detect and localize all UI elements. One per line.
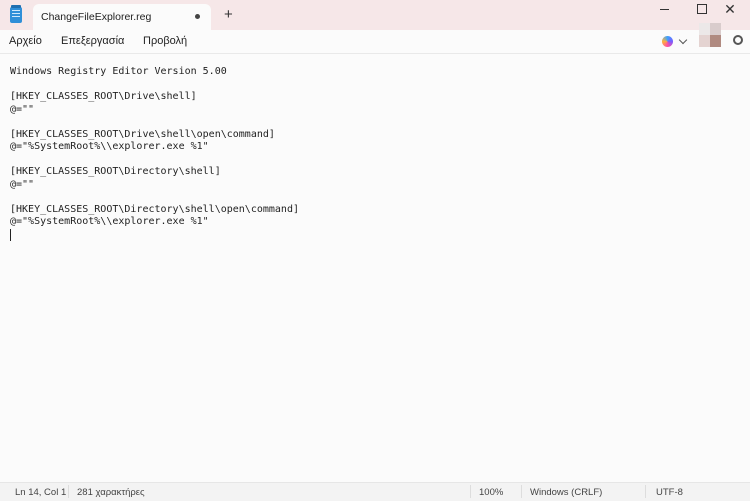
minimize-icon: [659, 8, 669, 10]
menu-bar: Αρχείο Επεξεργασία Προβολή: [0, 30, 750, 54]
close-button[interactable]: ✕: [712, 0, 748, 18]
chevron-down-icon[interactable]: [678, 35, 688, 45]
zoom-level[interactable]: 100%: [479, 487, 503, 498]
tab-title: ChangeFileExplorer.reg: [41, 11, 152, 23]
status-bar: Ln 14, Col 1 281 χαρακτήρες 100% Windows…: [0, 482, 750, 501]
new-tab-button[interactable]: +: [224, 7, 233, 22]
editor-content[interactable]: Windows Registry Editor Version 5.00 [HK…: [10, 66, 299, 229]
status-divider: [68, 485, 69, 498]
text-editor[interactable]: Windows Registry Editor Version 5.00 [HK…: [0, 54, 750, 482]
character-count: 281 χαρακτήρες: [77, 487, 145, 498]
avatar-tile: [710, 23, 721, 35]
avatar-tile: [699, 35, 710, 47]
avatar-tile: [699, 23, 710, 35]
menu-file[interactable]: Αρχείο: [9, 35, 42, 47]
notepad-icon: [10, 5, 22, 23]
tab-changefileexplorer[interactable]: ChangeFileExplorer.reg: [33, 4, 211, 30]
line-ending[interactable]: Windows (CRLF): [530, 487, 602, 498]
status-divider: [470, 485, 471, 498]
status-divider: [645, 485, 646, 498]
status-divider: [521, 485, 522, 498]
avatar-tile: [710, 35, 721, 47]
title-bar: ChangeFileExplorer.reg + ✕: [0, 0, 750, 30]
copilot-icon[interactable]: [662, 36, 673, 47]
text-cursor: [10, 229, 11, 241]
menu-edit[interactable]: Επεξεργασία: [61, 35, 124, 47]
unsaved-dot-icon[interactable]: [195, 14, 200, 19]
encoding[interactable]: UTF-8: [656, 487, 683, 498]
avatar[interactable]: [699, 23, 721, 47]
menu-view[interactable]: Προβολή: [143, 35, 187, 47]
maximize-icon: [697, 4, 707, 14]
minimize-button[interactable]: [646, 0, 682, 18]
gear-icon[interactable]: [733, 35, 743, 45]
cursor-position[interactable]: Ln 14, Col 1: [15, 487, 66, 498]
